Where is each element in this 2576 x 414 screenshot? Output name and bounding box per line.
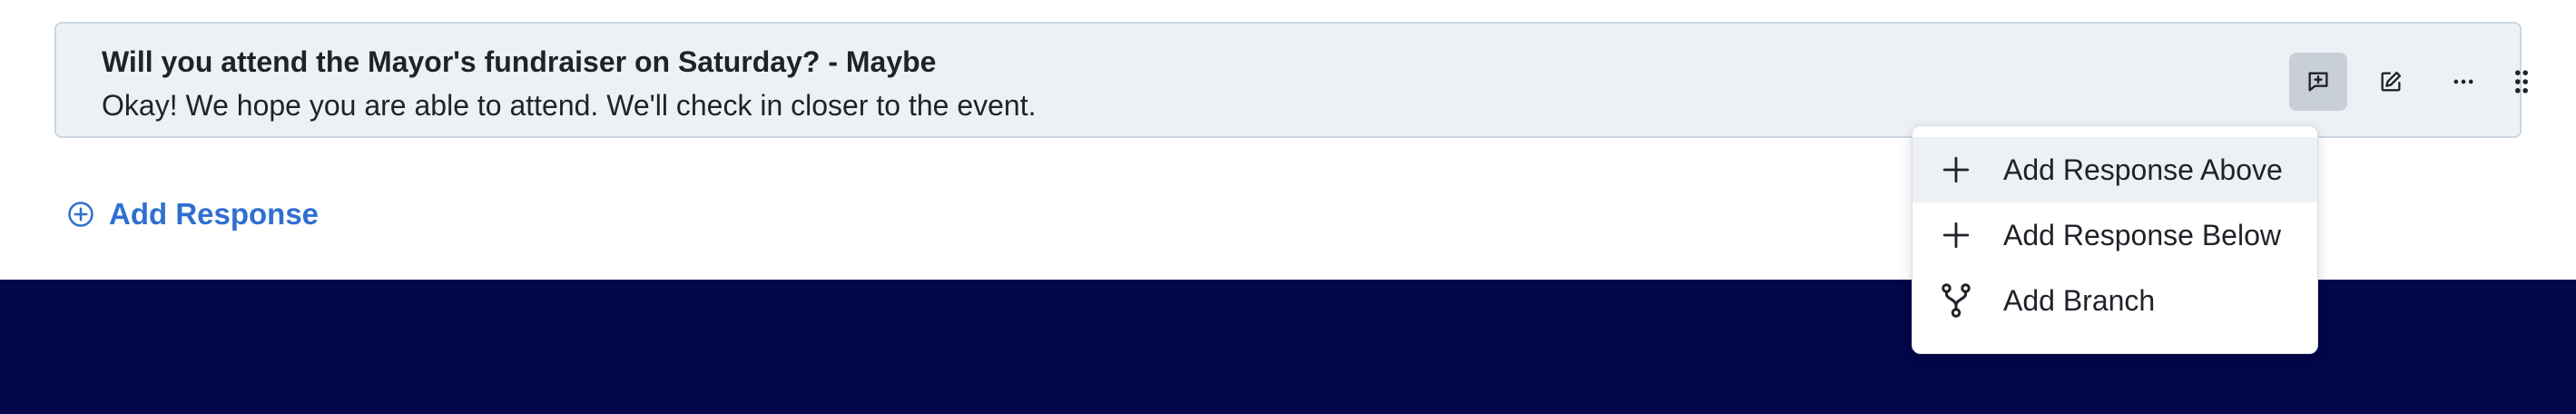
add-response-label: Add Response [109,197,320,231]
plus-icon [1938,217,1974,253]
more-button[interactable] [2434,53,2492,111]
response-card: Will you attend the Mayor's fundraiser o… [54,22,2528,138]
menu-item-label: Add Response Below [2003,218,2281,251]
menu-item-add-response-above[interactable]: Add Response Above [1912,137,2317,202]
branch-icon [1938,282,1974,319]
plus-icon [1938,152,1974,188]
menu-item-label: Add Response Above [2003,153,2283,186]
edit-icon [2381,71,2402,92]
drag-handle[interactable] [2502,53,2542,111]
add-response-button[interactable]: Add Response [67,196,319,232]
more-icon [2453,79,2473,84]
response-body: Okay! We hope you are able to attend. We… [102,89,1037,122]
response-title: Will you attend the Mayor's fundraiser o… [102,45,937,78]
drag-handle-icon [2515,70,2528,94]
plus-circle-icon [68,202,93,227]
add-response-menu: Add Response Above Add Response Below Ad… [1912,125,2318,354]
add-comment-button[interactable] [2289,53,2347,111]
add-comment-icon [2308,72,2328,92]
menu-item-label: Add Branch [2003,283,2156,317]
edit-button[interactable] [2362,53,2420,111]
menu-item-add-response-below[interactable]: Add Response Below [1912,202,2317,268]
menu-item-add-branch[interactable]: Add Branch [1912,268,2317,333]
